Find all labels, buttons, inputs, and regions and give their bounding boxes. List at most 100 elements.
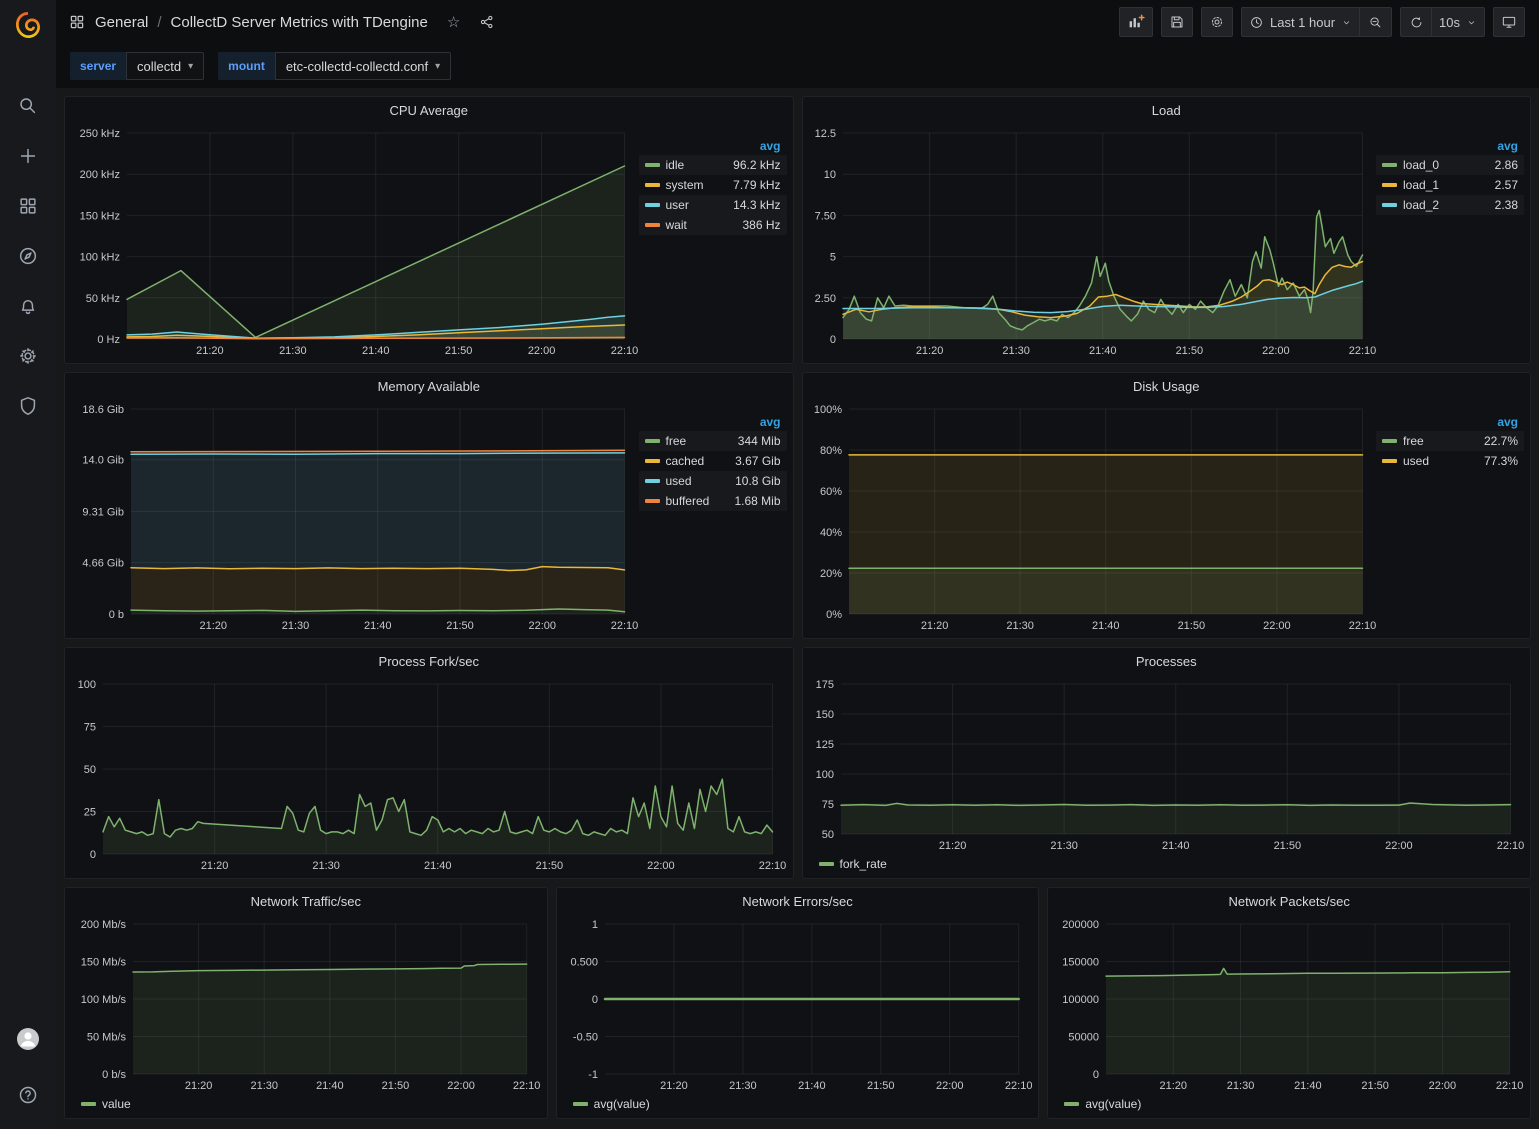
cycle-view-mode-button[interactable] [1493,7,1525,37]
svg-text:22:10: 22:10 [611,620,639,632]
panel-title[interactable]: CPU Average [65,97,793,123]
time-range-picker[interactable]: Last 1 hour [1241,7,1360,37]
svg-text:21:20: 21:20 [920,620,948,632]
add-panel-button[interactable] [1119,7,1153,37]
sidebar-server-admin-button[interactable] [8,386,48,426]
legend-avg-header[interactable]: avg [760,415,781,429]
panel-title[interactable]: Memory Available [65,373,793,399]
dashboard-settings-button[interactable] [1201,7,1233,37]
sidebar-alerting-button[interactable] [8,286,48,326]
svg-text:22:10: 22:10 [611,345,639,357]
series-color-swatch [1064,1102,1079,1106]
panel-load: Load 02.5057.501012.521:2021:3021:4021:5… [802,96,1532,364]
processes-chart: 507510012515017521:2021:3021:4021:5022:0… [809,674,1525,854]
topbar-actions: Last 1 hour [1119,7,1525,37]
sidebar-configuration-button[interactable] [8,336,48,376]
svg-text:20%: 20% [819,568,841,580]
variable-server-select[interactable]: collectd ▾ [126,52,204,80]
svg-text:22:10: 22:10 [1348,620,1376,632]
network-traffic-chart: 0 b/s50 Mb/s100 Mb/s150 Mb/s200 Mb/s21:2… [71,914,541,1094]
panel-title[interactable]: Network Traffic/sec [65,888,547,914]
panel-title[interactable]: Network Packets/sec [1048,888,1530,914]
svg-text:22:00: 22:00 [647,860,675,872]
svg-text:22:00: 22:00 [1429,1080,1457,1092]
svg-text:50: 50 [821,829,833,841]
svg-text:22:10: 22:10 [1496,840,1524,852]
svg-text:21:20: 21:20 [938,840,966,852]
series-color-swatch [645,163,660,167]
sidebar-create-button[interactable] [8,136,48,176]
series-color-swatch [645,459,660,463]
panel-title[interactable]: Process Fork/sec [65,648,793,674]
series-color-swatch [645,439,660,443]
variable-server-label: server [70,52,126,80]
avatar-icon [15,1026,41,1052]
series-color-swatch [1382,203,1397,207]
svg-text:22:00: 22:00 [936,1080,964,1092]
share-dashboard-button[interactable] [479,14,495,30]
svg-text:21:20: 21:20 [185,1080,213,1092]
svg-text:21:50: 21:50 [446,620,474,632]
legend-item-used: used77.3% [1376,451,1524,471]
sidebar-search-button[interactable] [8,86,48,126]
panel-title[interactable]: Disk Usage [803,373,1531,399]
refresh-interval-picker[interactable]: 10s [1432,7,1485,37]
sidebar-dashboards-button[interactable] [8,186,48,226]
network-packets-legend: avg(value) [1054,1094,1524,1114]
svg-text:21:40: 21:40 [362,345,390,357]
legend-item-load2: load_22.38 [1376,195,1524,215]
panel-process-fork: Process Fork/sec 025507510021:2021:3021:… [64,647,794,879]
search-icon [17,95,39,117]
svg-text:40%: 40% [819,527,841,539]
memory-legend: avg free344 Mib cached3.67 Gib used10.8 … [639,399,787,634]
svg-text:4.66 Gib: 4.66 Gib [82,558,124,570]
disk-legend: avg free22.7% used77.3% [1376,399,1524,634]
svg-text:9.31 Gib: 9.31 Gib [82,506,124,518]
user-avatar[interactable] [8,1019,48,1059]
svg-text:21:50: 21:50 [1362,1080,1390,1092]
refresh-button[interactable] [1400,7,1432,37]
svg-text:75: 75 [84,722,96,734]
dashboard-title[interactable]: CollectD Server Metrics with TDengine [171,14,428,31]
series-color-swatch [1382,459,1397,463]
panel-title[interactable]: Network Errors/sec [557,888,1039,914]
processes-legend: fork_rate [809,854,1525,874]
star-dashboard-button[interactable]: ☆ [447,13,460,31]
gear-icon [1209,14,1225,30]
svg-text:-0.50: -0.50 [573,1032,598,1044]
legend-item-idle: idle96.2 kHz [639,155,787,175]
svg-text:22:00: 22:00 [1263,620,1291,632]
svg-text:21:30: 21:30 [1002,345,1030,357]
sidebar-explore-button[interactable] [8,236,48,276]
zoom-out-time-button[interactable] [1360,7,1392,37]
breadcrumb-folder[interactable]: General [95,14,148,31]
legend-avg-header[interactable]: avg [1497,415,1518,429]
svg-text:100%: 100% [813,404,841,416]
panel-title[interactable]: Processes [803,648,1531,674]
svg-text:14.0 Gib: 14.0 Gib [82,455,124,467]
svg-text:100000: 100000 [1063,994,1100,1006]
svg-text:22:10: 22:10 [1348,345,1376,357]
variable-mount-select[interactable]: etc-collectd-collectd.conf ▾ [275,52,451,80]
svg-text:50 Mb/s: 50 Mb/s [87,1032,127,1044]
svg-text:21:40: 21:40 [1088,345,1116,357]
panel-title[interactable]: Load [803,97,1531,123]
save-dashboard-button[interactable] [1161,7,1193,37]
svg-text:21:40: 21:40 [424,860,452,872]
svg-text:21:30: 21:30 [1050,840,1078,852]
grafana-logo[interactable] [0,0,56,50]
disk-usage-chart: 0%20%40%60%80%100%21:2021:3021:4021:5022… [809,399,1377,634]
legend-item-load0: load_02.86 [1376,155,1524,175]
legend-item-cached: cached3.67 Gib [639,451,787,471]
legend-avg-header[interactable]: avg [760,139,781,153]
legend-avg-header[interactable]: avg [1497,139,1518,153]
svg-text:21:40: 21:40 [1091,620,1119,632]
help-button[interactable] [8,1075,48,1115]
chevron-down-icon: ▾ [188,61,193,72]
svg-text:22:10: 22:10 [513,1080,541,1092]
share-icon [479,14,495,30]
svg-text:21:20: 21:20 [1160,1080,1188,1092]
svg-text:21:30: 21:30 [729,1080,757,1092]
svg-text:100: 100 [815,769,833,781]
svg-text:21:50: 21:50 [1273,840,1301,852]
